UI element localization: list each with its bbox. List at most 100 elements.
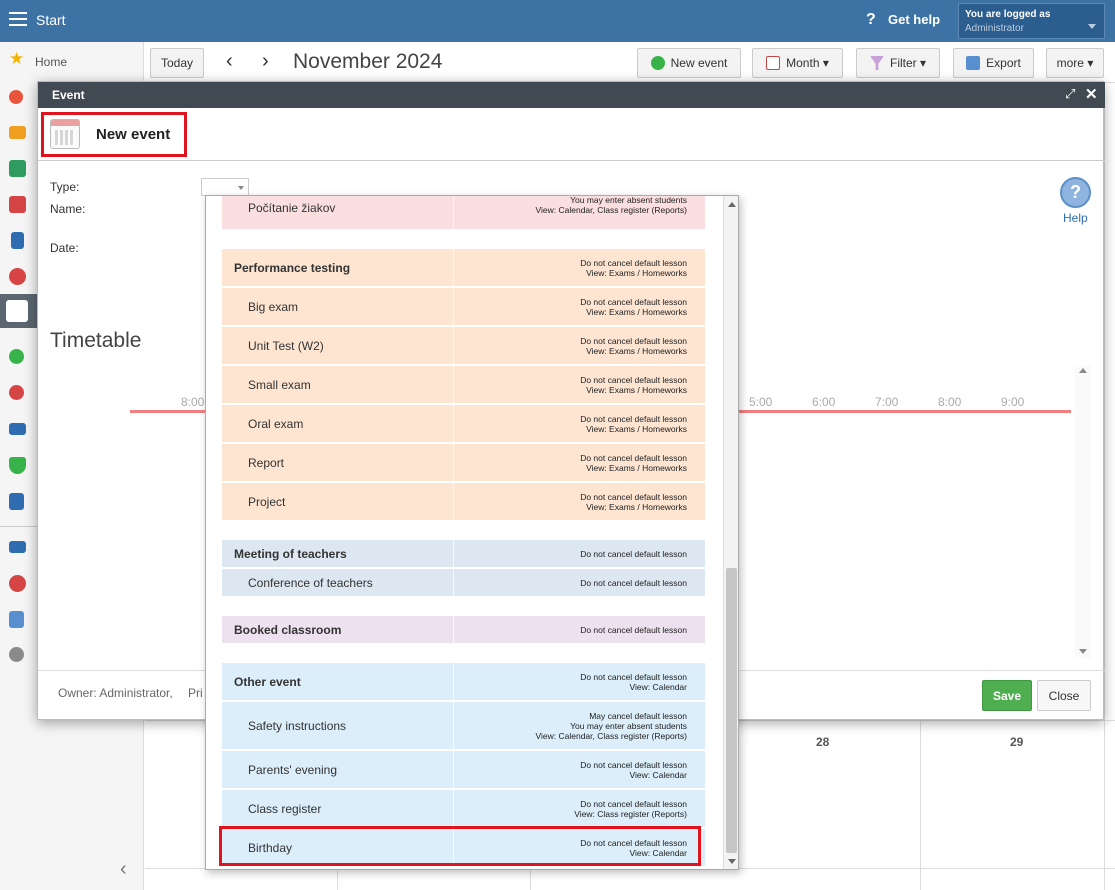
new-event-heading: New event xyxy=(41,112,187,157)
option-info-line: You may enter absent students xyxy=(570,195,687,205)
gear-icon xyxy=(9,647,24,662)
option-info: Do not cancel default lesson View: Exams … xyxy=(447,258,687,278)
scroll-down-icon[interactable] xyxy=(1079,649,1087,654)
month-view-button[interactable]: Month ▾ xyxy=(752,48,843,78)
dropdown-option[interactable]: Booked classroom Do not cancel default le… xyxy=(222,616,705,643)
dropdown-option[interactable]: Big exam Do not cancel default lesson View… xyxy=(222,288,705,325)
app-title[interactable]: Start xyxy=(36,12,66,28)
option-name: Class register xyxy=(248,802,322,816)
dropdown-option[interactable]: Conference of teachers Do not cancel defa… xyxy=(222,569,705,596)
shield-icon xyxy=(9,457,26,474)
option-info-line: View: Exams / Homeworks xyxy=(586,424,687,434)
chart-icon xyxy=(9,493,24,510)
type-select[interactable] xyxy=(201,178,249,196)
month-view-label: Month ▾ xyxy=(786,56,829,70)
close-icon[interactable]: ✕ xyxy=(1085,85,1098,103)
expand-icon[interactable]: ⤢ xyxy=(1065,86,1075,102)
option-info: Do not cancel default lesson View: Exams … xyxy=(447,414,687,434)
option-info-line: Do not cancel default lesson xyxy=(580,336,687,346)
dropdown-option[interactable]: Report Do not cancel default lesson View: … xyxy=(222,444,705,481)
calendar-icon xyxy=(6,300,28,322)
option-info-line: View: Exams / Homeworks xyxy=(586,502,687,512)
close-circle-icon xyxy=(9,385,24,400)
option-info: Do not cancel default lesson View: Exams … xyxy=(447,453,687,473)
help-icon[interactable]: ? xyxy=(866,11,876,29)
option-info-line: View: Calendar, Class register (Reports) xyxy=(535,731,688,741)
calendar-icon xyxy=(766,56,781,70)
today-button[interactable]: Today xyxy=(150,48,204,78)
option-name: Unit Test (W2) xyxy=(248,339,324,353)
new-event-label: New event xyxy=(670,56,728,70)
option-info-line: Do not cancel default lesson xyxy=(580,549,687,559)
scroll-up-icon[interactable] xyxy=(728,202,736,207)
option-name: Project xyxy=(248,495,286,509)
scroll-up-icon[interactable] xyxy=(1079,368,1087,373)
user-menu[interactable]: You are logged as Administrator xyxy=(958,3,1105,39)
dropdown-option[interactable]: Parents' evening Do not cancel default le… xyxy=(222,751,705,788)
sidebar-item-home[interactable]: ★ Home xyxy=(0,45,144,75)
option-name: Parents' evening xyxy=(248,763,338,777)
option-info: Do not cancel default lesson View: Calend… xyxy=(447,672,687,692)
option-name: Oral exam xyxy=(248,417,304,431)
dropdown-option[interactable]: Počítanie žiakov < Lesson with class teac… xyxy=(222,195,705,229)
dropdown-option[interactable]: Project Do not cancel default lesson View:… xyxy=(222,483,705,520)
chat-icon xyxy=(9,575,26,592)
dropdown-option[interactable]: Class register Do not cancel default less… xyxy=(222,790,705,827)
export-button[interactable]: Export xyxy=(953,48,1034,78)
timetable-scrollbar[interactable] xyxy=(1075,366,1091,658)
save-button[interactable]: Save xyxy=(982,680,1032,711)
export-icon xyxy=(966,56,981,70)
sidebar-item-label: Home xyxy=(35,55,68,69)
scroll-down-icon[interactable] xyxy=(728,859,736,864)
help-icon[interactable]: ? xyxy=(1060,177,1091,208)
dropdown-option[interactable]: Oral exam Do not cancel default lesson Vie… xyxy=(222,405,705,442)
option-info-line: View: Calendar xyxy=(629,682,688,692)
timeline-hour: 8:00 xyxy=(938,395,962,409)
option-info-line: Do not cancel default lesson xyxy=(580,492,687,502)
option-info: Do not cancel default lesson View: Exams … xyxy=(447,492,687,512)
option-info-line: View: Exams / Homeworks xyxy=(586,385,687,395)
option-info-line: Do not cancel default lesson xyxy=(580,625,687,635)
filter-button[interactable]: Filter ▾ xyxy=(856,48,940,78)
new-event-button[interactable]: New event xyxy=(637,48,741,78)
get-help-link[interactable]: Get help xyxy=(888,12,940,27)
pencil-icon xyxy=(9,611,24,628)
event-type-dropdown[interactable]: Birthday Do not cancel default lesson View… xyxy=(205,195,739,870)
option-info-line: Do not cancel default lesson xyxy=(580,297,687,307)
option-info: Do not cancel default lesson xyxy=(447,549,687,559)
dropdown-option[interactable]: Unit Test (W2) Do not cancel default less… xyxy=(222,327,705,364)
help-link[interactable]: Help xyxy=(1063,211,1088,225)
option-name: Conference of teachers xyxy=(248,576,373,590)
calendar-grid-line xyxy=(1104,82,1105,890)
dropdown-option[interactable]: Small exam Do not cancel default lesson Vi… xyxy=(222,366,705,403)
timetable-icon xyxy=(9,196,26,213)
option-info-line: Do not cancel default lesson xyxy=(580,578,687,588)
next-month-icon[interactable]: › xyxy=(262,50,269,73)
option-name: Other event xyxy=(234,675,301,689)
option-info-line: View: Exams / Homeworks xyxy=(586,268,687,278)
option-name: Meeting of teachers xyxy=(234,547,347,561)
dropdown-option[interactable]: Other event Do not cancel default lesson V… xyxy=(222,663,705,700)
dropdown-option[interactable]: Performance testing Do not cancel default… xyxy=(222,249,705,286)
day-number: 28 xyxy=(816,735,830,749)
more-button[interactable]: more ▾ xyxy=(1046,48,1104,78)
option-info-line: Do not cancel default lesson xyxy=(580,453,687,463)
dropdown-scrollbar[interactable] xyxy=(723,196,738,869)
option-name: Report xyxy=(248,456,285,470)
dropdown-option[interactable]: Meeting of teachers Do not cancel default… xyxy=(222,540,705,567)
chevron-left-icon[interactable]: ‹ xyxy=(120,858,127,881)
timeline-hour: 8:00 xyxy=(181,395,205,409)
menu-icon[interactable] xyxy=(9,12,27,26)
option-name: Safety instructions xyxy=(248,719,347,733)
option-info-line: View: Calendar, Class register (Reports) xyxy=(535,205,688,215)
dialog-heading: New event xyxy=(96,126,171,143)
dropdown-option[interactable]: Safety instructions May cancel default le… xyxy=(222,702,705,749)
option-info: Do not cancel default lesson xyxy=(447,578,687,588)
magic-icon xyxy=(9,90,23,104)
option-info-line: May cancel default lesson xyxy=(589,711,687,721)
close-button[interactable]: Close xyxy=(1037,680,1091,711)
month-title: November 2024 xyxy=(293,50,443,73)
scroll-thumb[interactable] xyxy=(726,568,737,853)
timeline-hour: 5:00 xyxy=(749,395,773,409)
prev-month-icon[interactable]: ‹ xyxy=(226,50,233,73)
